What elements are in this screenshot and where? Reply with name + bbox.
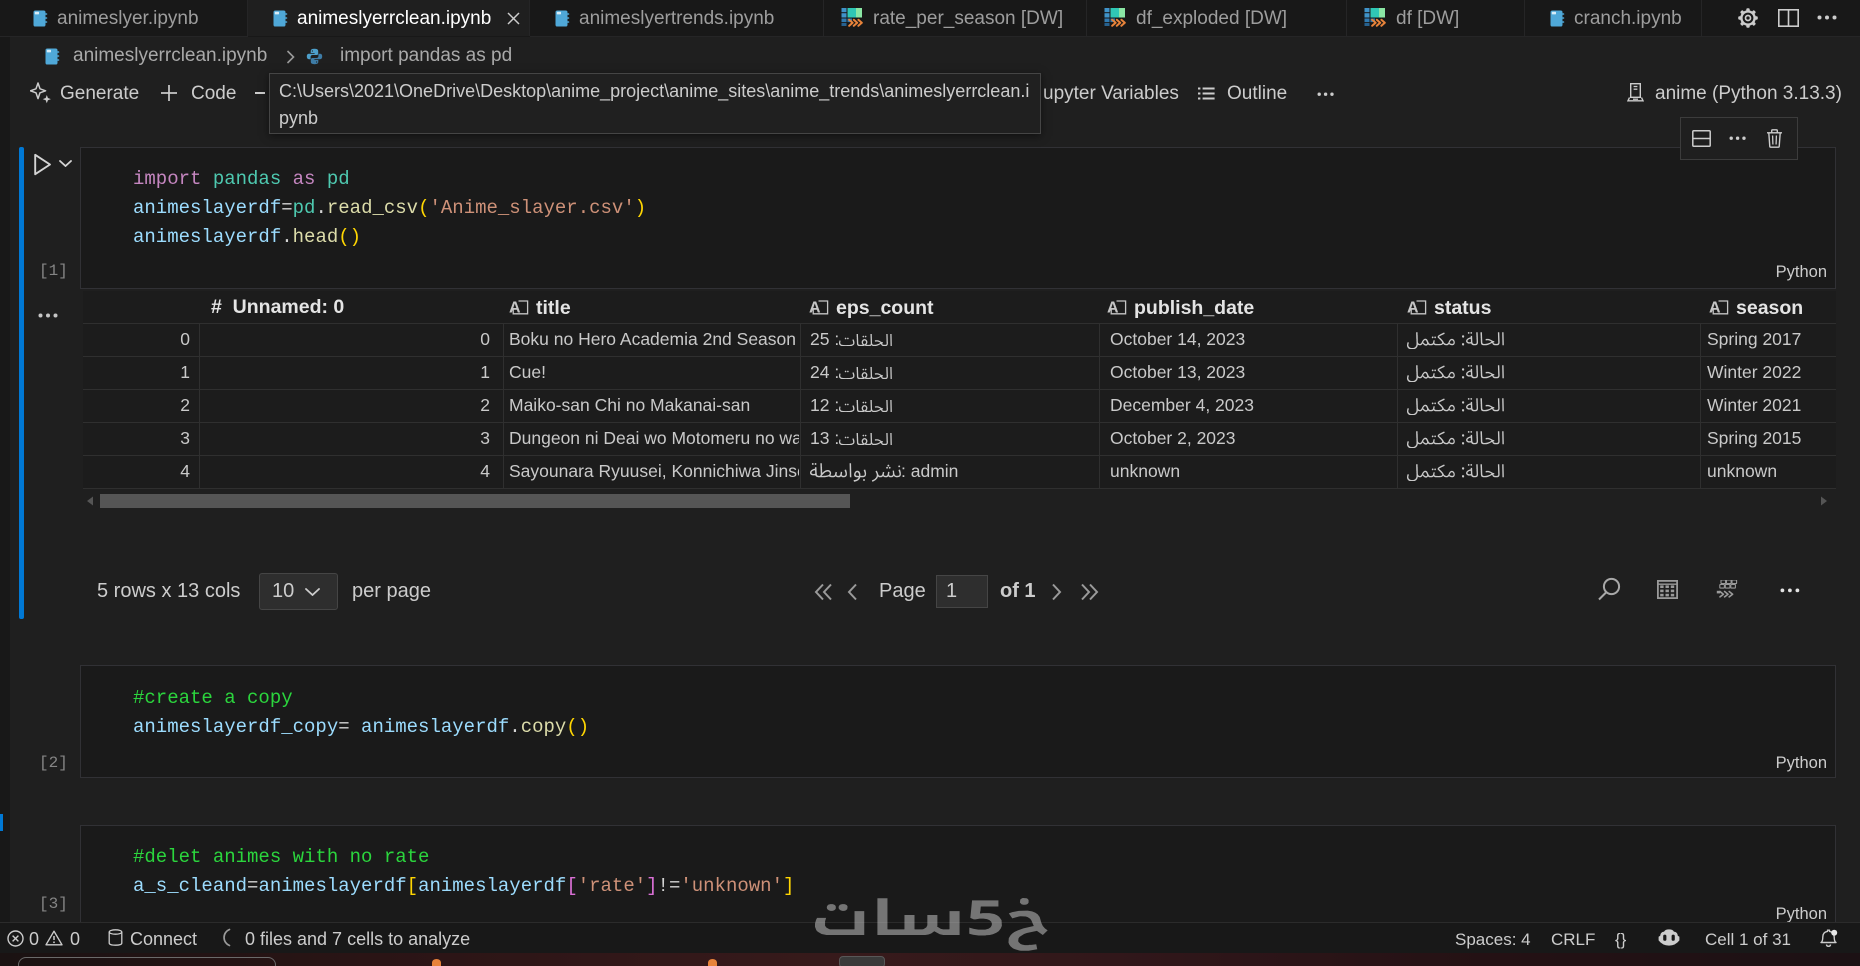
svg-text:A: A [1107, 300, 1119, 317]
svg-text:A: A [1407, 300, 1419, 317]
svg-text:A: A [509, 300, 521, 317]
svg-text:A: A [809, 300, 821, 317]
svg-text:A: A [1709, 300, 1721, 317]
